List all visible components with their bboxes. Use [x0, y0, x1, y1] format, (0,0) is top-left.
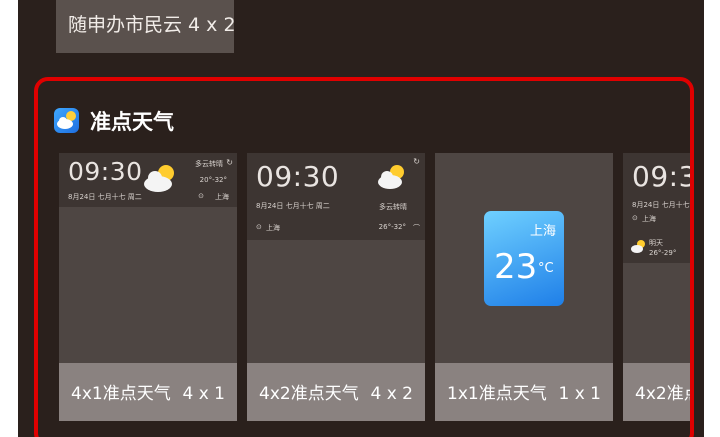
- weather-app-icon: [54, 108, 79, 133]
- forecast-day: 明天: [649, 239, 663, 247]
- card-footer: 1x1准点天气 1 x 1: [435, 363, 613, 421]
- temp-range-text: 20°-32°: [199, 176, 227, 184]
- widget-card-4x1[interactable]: 09:30 8月24日 七月十七 周二 多云转晴 ↻ 20°-32° ⊙ 上海 …: [59, 153, 237, 421]
- refresh-icon: ↻: [413, 157, 420, 166]
- widget-preview-1x1: 上海 23 °C: [484, 211, 564, 306]
- city-text: 上海: [642, 215, 656, 223]
- temperature-unit: °C: [538, 261, 554, 276]
- widget-size: 4 x 2: [370, 384, 414, 404]
- cloud-sun-icon: [142, 163, 178, 197]
- date-text: 8月24日 七月十七 周二: [632, 201, 690, 209]
- time-text: 09:30: [68, 157, 143, 186]
- widget-name: 4x2准点天气: [259, 384, 359, 404]
- temp-range-text: 26°-32°: [378, 223, 406, 231]
- city-text: 上海: [266, 224, 280, 232]
- time-text: 09:30: [256, 160, 340, 193]
- prev-widget-label: 随申办市民云 4 x 2: [68, 14, 236, 36]
- location-icon: ⊙: [256, 223, 262, 231]
- forecast-cloud-icon-2: [689, 238, 690, 257]
- card-footer: 4x1准点天气 4 x 1: [59, 363, 237, 421]
- prev-widget-card[interactable]: 随申办市民云 4 x 2: [56, 0, 236, 53]
- widget-size: 1 x 1: [558, 384, 602, 404]
- forecast-cloud-icon: [630, 238, 646, 257]
- date-text: 8月24日 七月十七 周二: [68, 193, 142, 201]
- widget-card-4x2[interactable]: 09:30 ↻ 8月24日 七月十七 周二 多云转晴 ⊙ 上海 26°-32° …: [247, 153, 425, 421]
- refresh-icon: ↻: [226, 158, 233, 167]
- forecast-temp: 26°-29°: [649, 249, 677, 257]
- widget-card-4x2-partial[interactable]: 09:30 8月24日 七月十七 周二 ⊙ 上海 明天 26°-29°: [623, 153, 690, 421]
- card-footer: 4x2准点天气: [623, 363, 690, 421]
- wind-icon: ⌒: [413, 224, 420, 232]
- location-icon: ⊙: [632, 214, 638, 222]
- condition-text: 多云转晴: [379, 203, 407, 211]
- widget-preview-4x2: 09:30 ↻ 8月24日 七月十七 周二 多云转晴 ⊙ 上海 26°-32° …: [247, 153, 425, 240]
- city-text: 上海: [529, 224, 556, 239]
- location-icon: ⊙: [198, 192, 204, 200]
- widget-size: 4 x 1: [182, 384, 226, 404]
- widget-preview-4x2-partial: 09:30 8月24日 七月十七 周二 ⊙ 上海 明天 26°-29°: [623, 153, 690, 263]
- date-text: 8月24日 七月十七 周二: [256, 202, 330, 210]
- card-footer: 4x2准点天气 4 x 2: [247, 363, 425, 421]
- widget-name: 1x1准点天气: [447, 384, 547, 404]
- time-text: 09:30: [632, 160, 690, 193]
- widget-preview-4x1: 09:30 8月24日 七月十七 周二 多云转晴 ↻ 20°-32° ⊙ 上海: [59, 153, 237, 207]
- widget-name: 4x1准点天气: [71, 384, 171, 404]
- widget-picker-screen: 随申办市民云 4 x 2 准点天气 09:30 8月24日 七月十七 周二 多云…: [18, 0, 704, 437]
- widget-name: 4x2准点天气: [635, 384, 690, 404]
- cloud-sun-icon: [376, 163, 408, 195]
- widget-card-1x1[interactable]: 上海 23 °C 1x1准点天气 1 x 1: [435, 153, 613, 421]
- temperature-text: 23: [494, 247, 538, 287]
- condition-text: 多云转晴: [195, 160, 223, 168]
- weather-widget-group: 准点天气 09:30 8月24日 七月十七 周二 多云转晴 ↻ 20°-32° …: [34, 77, 694, 437]
- app-title: 准点天气: [90, 110, 174, 134]
- city-text: 上海: [215, 193, 229, 201]
